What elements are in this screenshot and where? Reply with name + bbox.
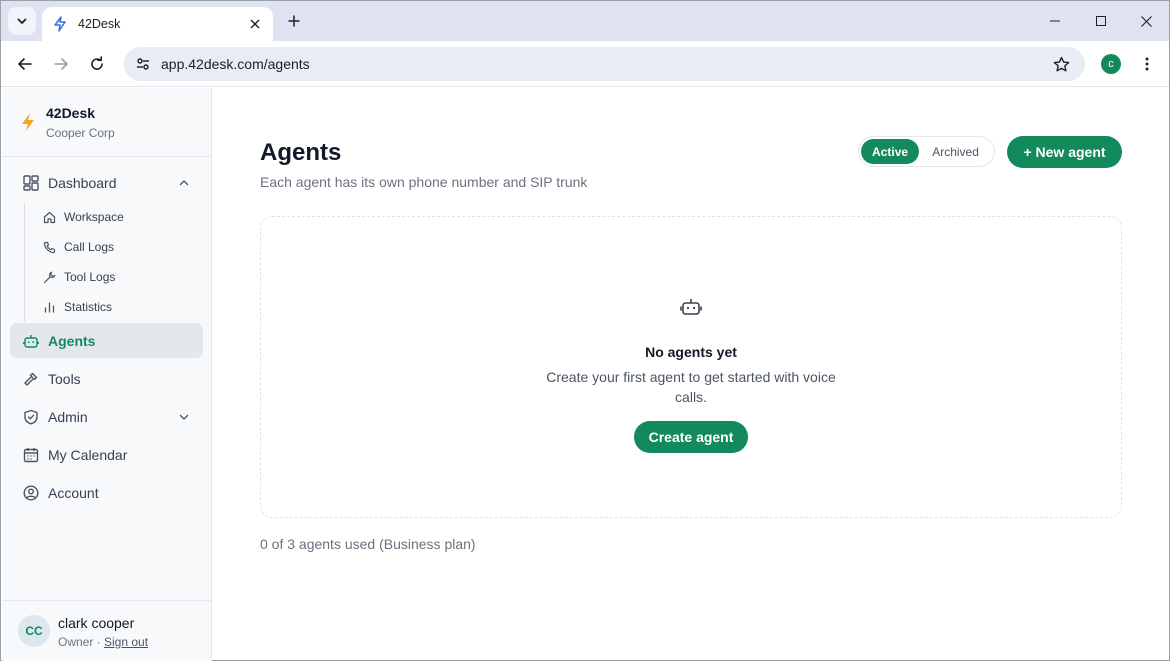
page-title: Agents xyxy=(260,139,342,166)
new-tab-button[interactable] xyxy=(284,11,304,31)
avatar: CC xyxy=(18,615,50,647)
user-role: Owner xyxy=(58,635,94,649)
sidebar-subitem-label: Tool Logs xyxy=(64,270,116,284)
home-icon xyxy=(42,210,56,224)
close-tab-icon[interactable] xyxy=(247,16,263,32)
plan-usage-text: 0 of 3 agents used (Business plan) xyxy=(260,536,476,552)
sidebar-item-agents[interactable]: Agents xyxy=(10,323,203,358)
close-window-button[interactable] xyxy=(1123,1,1169,41)
reload-button[interactable] xyxy=(83,50,111,78)
submenu-divider xyxy=(24,204,25,322)
address-bar[interactable]: app.42desk.com/agents xyxy=(124,47,1085,81)
sidebar-item-my-calendar[interactable]: My Calendar xyxy=(10,438,203,472)
org-name: Cooper Corp xyxy=(46,126,115,140)
tab-title: 42Desk xyxy=(78,17,121,31)
empty-state-description: Create your first agent to get started w… xyxy=(546,369,836,405)
sidebar-item-statistics[interactable]: Statistics xyxy=(35,295,112,319)
bar-chart-icon xyxy=(42,300,56,314)
arrow-right-icon xyxy=(54,58,68,70)
url-text[interactable]: app.42desk.com/agents xyxy=(161,56,1052,72)
sidebar-subitem-label: Statistics xyxy=(64,300,113,314)
bolt-favicon-icon xyxy=(52,16,68,32)
sidebar-item-workspace[interactable]: Workspace xyxy=(35,205,124,229)
user-role-line: Owner · Sign out xyxy=(58,635,148,649)
sidebar-item-label: Dashboard xyxy=(48,175,117,191)
brand-name: 42Desk xyxy=(46,105,96,121)
browser-menu-button[interactable] xyxy=(1137,54,1157,74)
page-subtitle: Each agent has its own phone number and … xyxy=(260,174,588,190)
sidebar-item-tool-logs[interactable]: Tool Logs xyxy=(35,265,115,289)
minimize-icon xyxy=(1050,20,1060,22)
sidebar-item-admin[interactable]: Admin xyxy=(10,400,203,434)
site-settings-icon[interactable] xyxy=(135,56,151,72)
close-icon xyxy=(1140,15,1152,27)
minimize-button[interactable] xyxy=(1032,1,1078,41)
wrench-icon xyxy=(42,270,56,284)
dashboard-grid-icon xyxy=(22,174,40,192)
tab-strip: 42Desk xyxy=(1,1,1169,41)
browser-toolbar: app.42desk.com/agents c xyxy=(1,41,1169,87)
back-button[interactable] xyxy=(11,50,39,78)
user-profile-card: CC clark cooper Owner · Sign out xyxy=(2,600,211,661)
sidebar-item-label: Admin xyxy=(48,409,88,425)
maximize-button[interactable] xyxy=(1078,1,1124,41)
user-name: clark cooper xyxy=(58,615,135,631)
sidebar-subitem-label: Workspace xyxy=(64,210,124,224)
shield-icon xyxy=(22,408,40,426)
reload-icon xyxy=(91,56,103,70)
user-circle-icon xyxy=(22,484,40,502)
empty-state-card: No agents yet Create your first agent to… xyxy=(260,216,1122,518)
app-root: 42Desk Cooper Corp Dashboard Workspace C… xyxy=(2,88,1170,661)
calendar-icon xyxy=(22,446,40,464)
forward-button[interactable] xyxy=(47,50,75,78)
more-vertical-icon xyxy=(1145,57,1149,71)
sidebar-item-tools[interactable]: Tools xyxy=(10,362,203,396)
status-filter-toggle: Active Archived xyxy=(858,136,995,167)
main-content: Agents Each agent has its own phone numb… xyxy=(212,88,1170,661)
sidebar-item-label: Tools xyxy=(48,371,81,387)
sidebar-item-label: My Calendar xyxy=(48,447,128,463)
tab-search-button[interactable] xyxy=(8,7,36,35)
bookmark-star-icon[interactable] xyxy=(1052,55,1070,73)
sidebar-item-dashboard[interactable]: Dashboard xyxy=(10,166,203,200)
sidebar: 42Desk Cooper Corp Dashboard Workspace C… xyxy=(2,88,212,661)
browser-tab[interactable]: 42Desk xyxy=(42,7,273,41)
empty-state-title: No agents yet xyxy=(645,344,737,360)
chevron-up-icon[interactable] xyxy=(177,176,191,190)
create-agent-button[interactable]: Create agent xyxy=(634,421,748,453)
chevron-down-icon[interactable] xyxy=(177,410,191,424)
sign-out-link[interactable]: Sign out xyxy=(104,635,148,649)
sidebar-subitem-label: Call Logs xyxy=(64,240,115,254)
robot-icon xyxy=(680,299,702,315)
arrow-left-icon xyxy=(18,58,32,70)
new-agent-button[interactable]: + New agent xyxy=(1007,136,1122,168)
robot-icon xyxy=(22,332,40,350)
chevron-down-icon xyxy=(17,18,27,24)
sidebar-item-call-logs[interactable]: Call Logs xyxy=(35,235,114,259)
role-separator: · xyxy=(93,635,105,649)
phone-icon xyxy=(42,240,56,254)
brand-header: 42Desk Cooper Corp xyxy=(2,88,211,157)
bolt-logo-icon xyxy=(22,113,34,131)
sidebar-item-label: Account xyxy=(48,485,99,501)
hammer-icon xyxy=(22,370,40,388)
filter-archived-button[interactable]: Archived xyxy=(919,139,992,164)
sidebar-item-label: Agents xyxy=(48,332,96,349)
maximize-icon xyxy=(1096,16,1106,26)
browser-window: 42Desk app.42desk.com/agents c 42Desk Co… xyxy=(0,0,1170,661)
sidebar-item-account[interactable]: Account xyxy=(10,476,203,510)
filter-active-button[interactable]: Active xyxy=(861,139,920,164)
plus-icon xyxy=(288,15,300,27)
profile-avatar[interactable]: c xyxy=(1101,54,1121,74)
